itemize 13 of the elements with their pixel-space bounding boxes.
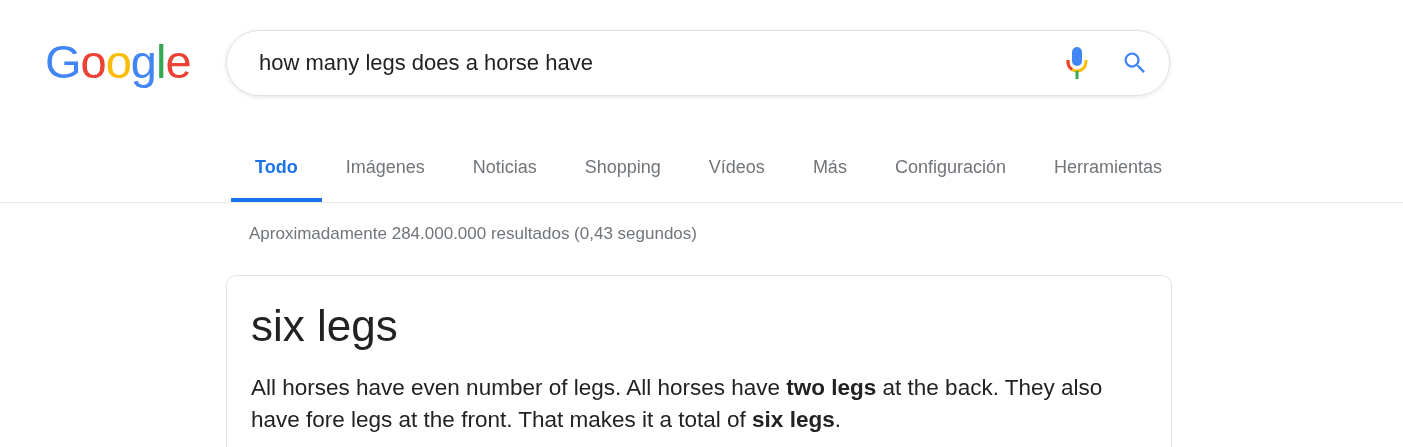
tab[interactable]: Imágenes bbox=[321, 157, 449, 202]
microphone-icon[interactable] bbox=[1065, 45, 1089, 80]
tab[interactable]: Herramientas bbox=[1029, 157, 1186, 202]
tab[interactable]: Más bbox=[788, 157, 871, 202]
tab[interactable]: Shopping bbox=[560, 157, 685, 202]
tab[interactable]: Todo bbox=[231, 157, 322, 202]
tab[interactable]: Vídeos bbox=[684, 157, 789, 202]
tab[interactable]: Noticias bbox=[448, 157, 561, 202]
answer-title: six legs bbox=[251, 300, 399, 352]
answer-text: All horses have even number of legs. All horses have two legs at the back. They also have fore legs at the front. That makes it a total of six legs. bbox=[251, 374, 1104, 434]
result-stats: Aproximadamente 284.000.000 resultados (0,43 segundos) bbox=[248, 223, 698, 244]
search-input[interactable]: how many legs does a horse have bbox=[257, 48, 1039, 77]
tab[interactable]: Configuración bbox=[870, 157, 1030, 202]
